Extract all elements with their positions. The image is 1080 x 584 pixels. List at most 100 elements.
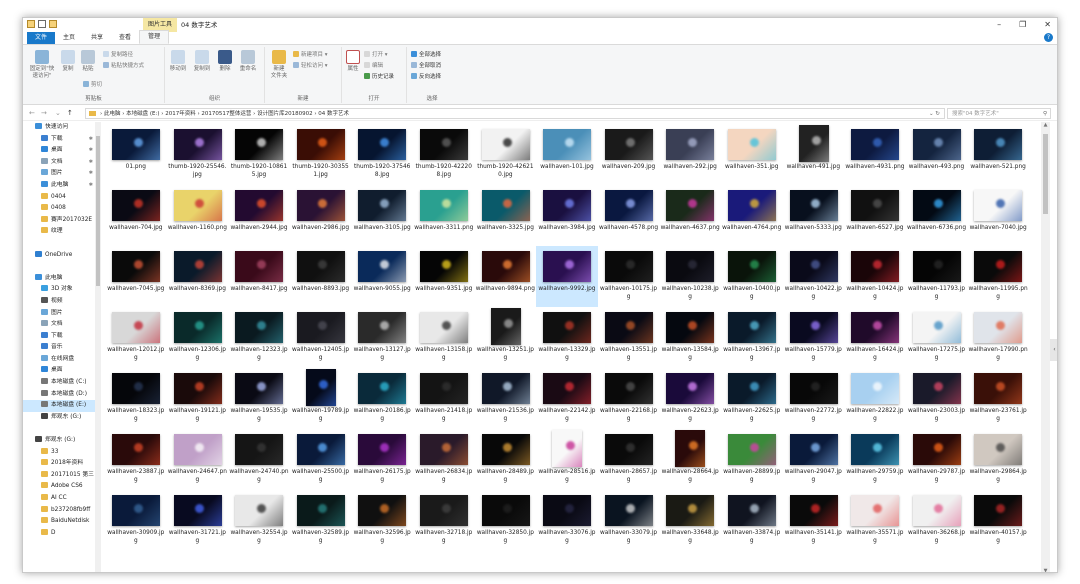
file-item[interactable]: wallhaven-24740.png <box>228 429 290 490</box>
copy-button[interactable]: 复制 <box>59 50 77 73</box>
file-item[interactable]: wallhaven-13967.jpg <box>721 307 783 368</box>
file-item[interactable]: wallhaven-28899.jpg <box>721 429 783 490</box>
file-item[interactable]: wallhaven-28664.jpg <box>659 429 721 490</box>
file-item[interactable]: wallhaven-20186.jpg <box>351 368 413 429</box>
navigation-scroll-thumb[interactable] <box>96 136 100 286</box>
back-button[interactable]: ← <box>29 106 35 121</box>
move-to-button[interactable]: 移动到 <box>167 50 189 73</box>
file-item[interactable]: wallhaven-11995.png <box>967 246 1029 307</box>
preview-pane-toggle[interactable]: ‹ <box>1050 339 1057 361</box>
nav-item[interactable]: 2018年资料 <box>23 458 101 470</box>
nav-item[interactable]: 郑观东 (G:) <box>23 435 101 447</box>
file-item[interactable]: wallhaven-9894.png <box>475 246 537 307</box>
file-item[interactable]: wallhaven-35571.jpg <box>844 490 906 551</box>
nav-item[interactable]: 文档 ✱ <box>23 157 101 169</box>
scroll-thumb[interactable] <box>1043 134 1048 214</box>
nav-item[interactable]: 图片 <box>23 308 101 320</box>
file-item[interactable]: wallhaven-17990.png <box>967 307 1029 368</box>
properties-button[interactable]: 属性 <box>344 50 362 73</box>
file-item[interactable]: wallhaven-10400.jpg <box>721 246 783 307</box>
file-item[interactable]: wallhaven-23003.jpg <box>906 368 968 429</box>
copy-path-button[interactable]: 复制路径 <box>103 51 133 59</box>
file-item[interactable]: wallhaven-13251.jpg <box>475 307 537 368</box>
delete-button[interactable]: 删除 <box>215 50 235 73</box>
nav-item[interactable]: 此电脑 <box>23 273 101 285</box>
nav-item[interactable]: 20171015 第三 <box>23 470 101 482</box>
breadcrumb[interactable]: › 此电脑 › 本地磁盘 (E:) › 2017年资料 › 20170517整体… <box>85 108 945 119</box>
file-item[interactable]: wallhaven-15779.jpg <box>783 307 845 368</box>
file-item[interactable]: wallhaven-10422.jpg <box>783 246 845 307</box>
file-item[interactable]: wallhaven-33076.jpg <box>536 490 598 551</box>
file-item[interactable]: wallhaven-22772.jpg <box>783 368 845 429</box>
file-item[interactable]: wallhaven-3984.jpg <box>536 185 598 246</box>
nav-item[interactable]: 桌面 ✱ <box>23 145 101 157</box>
file-item[interactable]: wallhaven-21418.jpg <box>413 368 475 429</box>
file-item[interactable]: wallhaven-28489.jpg <box>475 429 537 490</box>
file-item[interactable]: wallhaven-22168.jpg <box>598 368 660 429</box>
file-item[interactable]: thumb-1920-108615.jpg <box>228 124 290 185</box>
file-item[interactable]: wallhaven-11793.jpg <box>906 246 968 307</box>
file-item[interactable]: wallhaven-24647.png <box>167 429 229 490</box>
nav-item[interactable]: D <box>23 528 101 540</box>
file-item[interactable]: thumb-1920-375468.jpg <box>351 124 413 185</box>
file-item[interactable]: wallhaven-704.jpg <box>105 185 167 246</box>
file-item[interactable]: thumb-1920-303551.jpg <box>290 124 352 185</box>
nav-item[interactable]: BaiduNetdisk <box>23 516 101 528</box>
new-item-button[interactable]: 新建项目 ▾ <box>293 51 328 59</box>
file-item[interactable]: wallhaven-3105.jpg <box>351 185 413 246</box>
file-item[interactable]: wallhaven-19121.jpg <box>167 368 229 429</box>
paste-button[interactable]: 粘贴 <box>79 50 97 73</box>
nav-item[interactable]: 此电脑 ✱ <box>23 180 101 192</box>
scroll-down-button[interactable]: ▼ <box>1041 568 1050 572</box>
copy-to-button[interactable]: 复制到 <box>191 50 213 73</box>
cut-button[interactable]: 剪切 <box>83 81 102 89</box>
select-all-button[interactable]: 全部选择 <box>411 51 441 59</box>
maximize-button[interactable]: ❐ <box>1019 18 1026 32</box>
invert-selection-button[interactable]: 反向选择 <box>411 73 441 81</box>
file-item[interactable]: wallhaven-292.jpg <box>659 124 721 185</box>
file-item[interactable]: wallhaven-12012.jpg <box>105 307 167 368</box>
file-item[interactable]: wallhaven-22142.jpg <box>536 368 598 429</box>
file-item[interactable]: wallhaven-29759.jpg <box>844 429 906 490</box>
breadcrumb-path[interactable]: › 此电脑 › 本地磁盘 (E:) › 2017年资料 › 20170517整体… <box>100 111 349 117</box>
tab-file[interactable]: 文件 <box>27 32 56 44</box>
file-item[interactable]: wallhaven-6527.jpg <box>844 185 906 246</box>
file-item[interactable]: wallhaven-10175.jpg <box>598 246 660 307</box>
nav-item[interactable]: 文档 <box>23 319 101 331</box>
tab-home[interactable]: 主页 <box>55 32 83 44</box>
file-item[interactable]: wallhaven-13584.jpg <box>659 307 721 368</box>
file-item[interactable]: wallhaven-23887.jpg <box>105 429 167 490</box>
nav-item[interactable]: 0404 <box>23 192 101 204</box>
nav-item[interactable]: b237208fb9ff <box>23 505 101 517</box>
file-item[interactable]: wallhaven-32718.jpg <box>413 490 475 551</box>
file-item[interactable]: wallhaven-32850.jpg <box>475 490 537 551</box>
file-item[interactable]: wallhaven-26834.jpg <box>413 429 475 490</box>
file-item[interactable]: wallhaven-18323.jpg <box>105 368 167 429</box>
file-item[interactable]: thumb-1920-426210.jpg <box>475 124 537 185</box>
easy-access-button[interactable]: 轻松访问 ▾ <box>293 62 328 70</box>
file-item[interactable]: wallhaven-33648.jpg <box>659 490 721 551</box>
tab-view[interactable]: 查看 <box>111 32 139 44</box>
file-item[interactable]: wallhaven-493.png <box>906 124 968 185</box>
file-item[interactable]: wallhaven-13329.jpg <box>536 307 598 368</box>
nav-item[interactable]: 快速访问 <box>23 122 101 134</box>
history-button[interactable]: 历史记录 <box>364 73 394 81</box>
file-item[interactable]: wallhaven-2944.jpg <box>228 185 290 246</box>
minimize-button[interactable]: – <box>997 18 1001 32</box>
file-item[interactable]: wallhaven-351.jpg <box>721 124 783 185</box>
file-item[interactable]: wallhaven-31721.jpg <box>167 490 229 551</box>
rename-button[interactable]: 重命名 <box>237 50 259 73</box>
file-item[interactable]: wallhaven-4931.png <box>844 124 906 185</box>
properties-icon[interactable] <box>38 20 46 28</box>
file-item[interactable]: wallhaven-28657.jpg <box>598 429 660 490</box>
file-item[interactable]: wallhaven-21536.jpg <box>475 368 537 429</box>
file-item[interactable]: wallhaven-491.jpg <box>783 124 845 185</box>
nav-item[interactable]: 音乐 <box>23 342 101 354</box>
nav-item[interactable]: 桌面 <box>23 365 101 377</box>
file-item[interactable]: wallhaven-13551.jpg <box>598 307 660 368</box>
scroll-up-button[interactable]: ▲ <box>1041 122 1050 128</box>
nav-item[interactable]: AI CC <box>23 493 101 505</box>
nav-item[interactable]: 本地磁盘 (D:) <box>23 389 101 401</box>
file-item[interactable]: wallhaven-30909.jpg <box>105 490 167 551</box>
file-item[interactable]: wallhaven-22822.jpg <box>844 368 906 429</box>
